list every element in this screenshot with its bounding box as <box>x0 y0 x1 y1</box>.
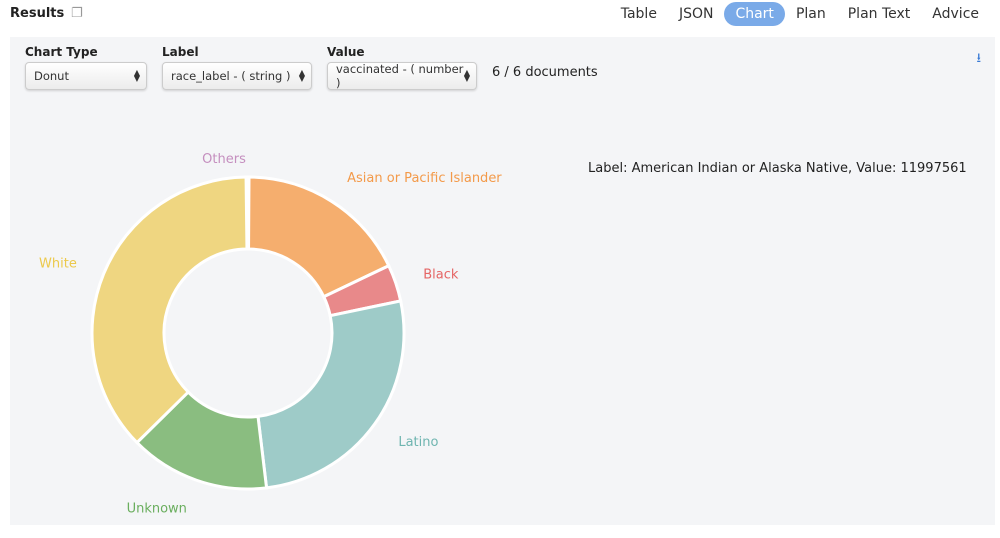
slice-label: Others <box>202 152 246 167</box>
slice-label: Latino <box>398 435 438 450</box>
slice-label: Asian or Pacific Islander <box>347 171 502 186</box>
slice-label: Black <box>423 268 459 283</box>
slice-label: White <box>39 257 77 272</box>
slice-label: Unknown <box>127 502 187 517</box>
donut-slice-white[interactable] <box>90 175 249 445</box>
donut-chart: Others Asian or Pacific Islander Black Lati… <box>39 152 502 517</box>
donut-slice-latino[interactable] <box>256 299 406 490</box>
